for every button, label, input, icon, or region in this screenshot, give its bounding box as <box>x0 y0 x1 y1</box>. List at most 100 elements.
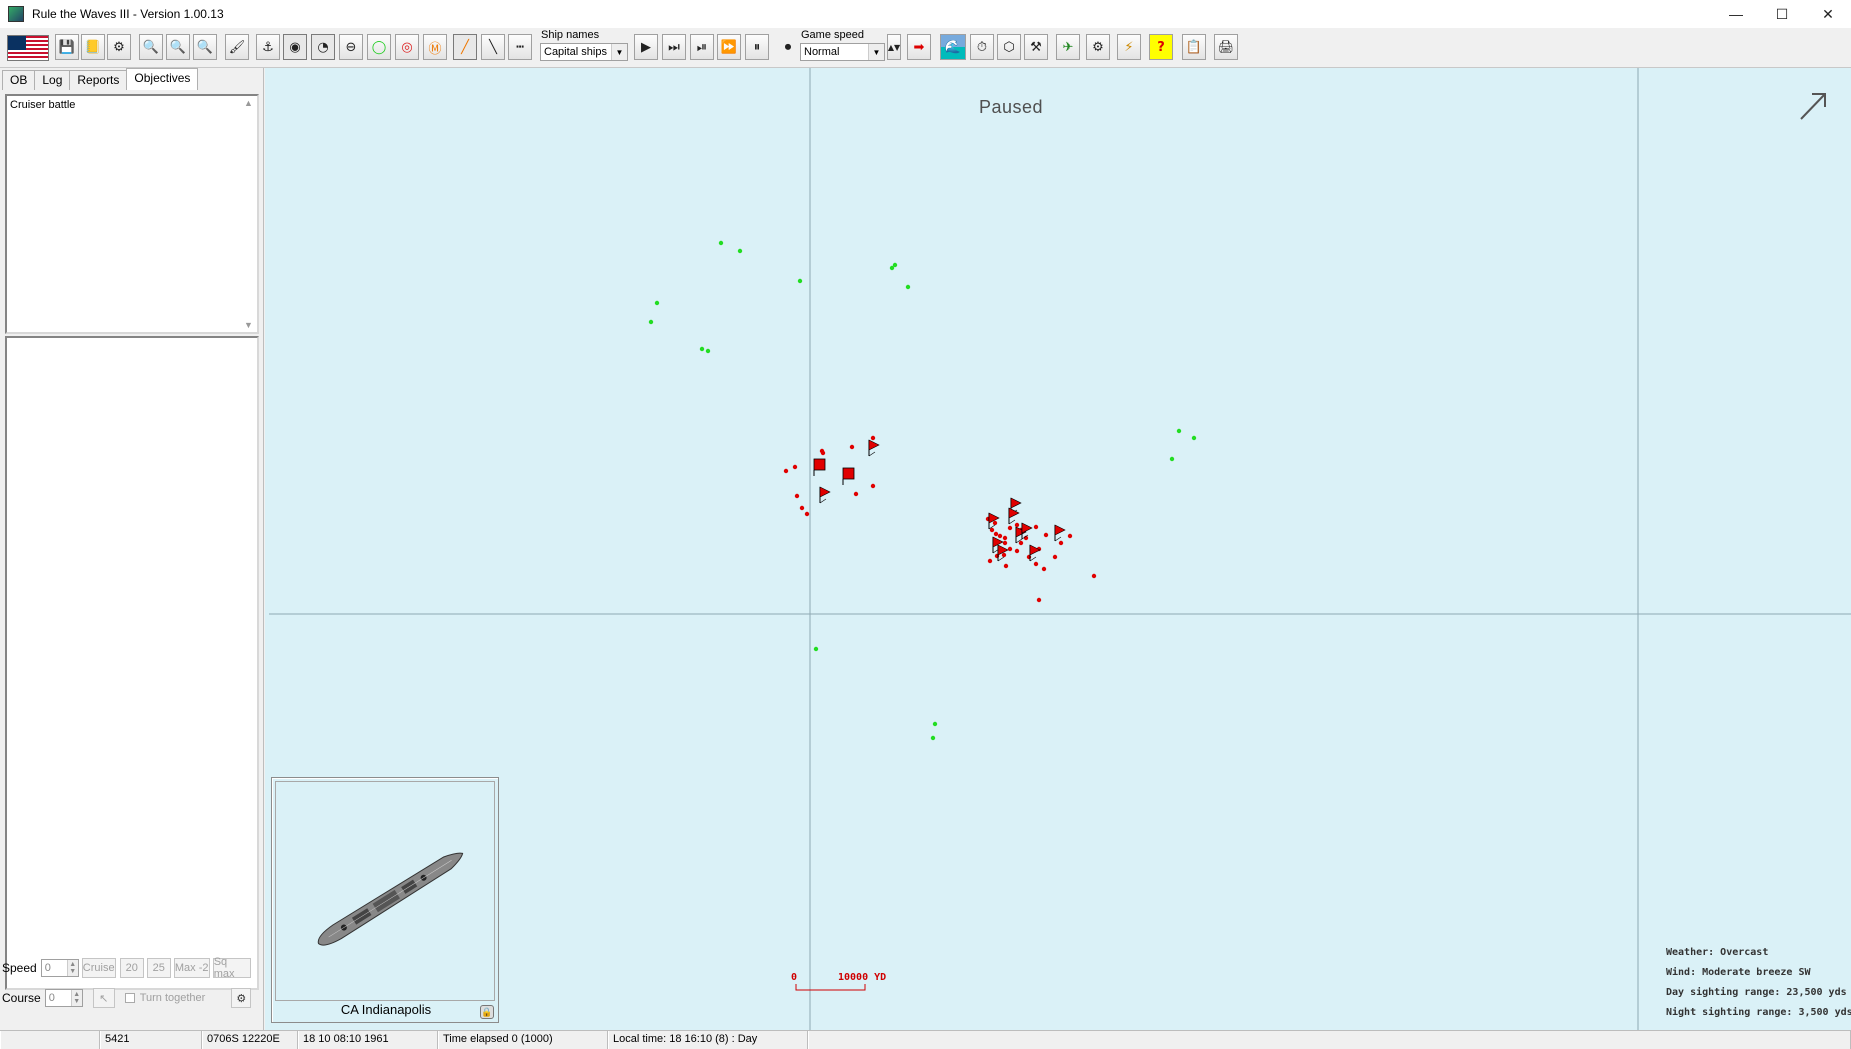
squadron-flag-icon <box>842 467 855 485</box>
cruise-button[interactable]: Cruise <box>81 958 116 978</box>
speed-20-button[interactable]: 20 <box>119 958 144 978</box>
status-cell-local-time: Local time: 18 16:10 (8) : Day <box>608 1031 808 1049</box>
status-cell-id: 5421 <box>100 1031 202 1049</box>
enemy-contact <box>905 284 911 290</box>
window-title: Rule the Waves III - Version 1.00.13 <box>32 7 224 21</box>
turn-together-checkbox[interactable] <box>124 993 135 1003</box>
play-icon[interactable]: ▶ <box>634 34 658 60</box>
game-speed-select[interactable]: Normal ▼ <box>800 43 885 61</box>
zoom-in-icon[interactable]: 🔍 <box>139 34 163 60</box>
weather-text: Weather: Overcast <box>1666 947 1769 958</box>
enemy-contact <box>813 646 819 652</box>
orange-line-icon[interactable]: ╱ <box>453 34 477 60</box>
own-ship-marker <box>792 464 798 470</box>
close-button[interactable]: ✕ <box>1805 0 1851 28</box>
tab-log[interactable]: Log <box>34 70 71 90</box>
notebook-icon[interactable]: 📒 <box>81 34 105 60</box>
enemy-contact <box>648 319 654 325</box>
red-target-icon[interactable]: ◎ <box>395 34 419 60</box>
speed-stepper[interactable]: 0 ▲ ▼ <box>40 959 79 977</box>
gray-line-icon[interactable]: ╲ <box>481 34 505 60</box>
tab-bar: OB Log Reports Objectives <box>2 68 199 92</box>
gear-icon[interactable]: ⚙ <box>1086 34 1110 60</box>
enemy-contact <box>797 278 803 284</box>
lock-icon[interactable]: 🔒 <box>480 1005 494 1019</box>
pause-icon[interactable]: ⏸ <box>745 34 769 60</box>
zoom-reset-icon[interactable]: 🔍 <box>193 34 217 60</box>
own-ship-marker <box>819 448 825 454</box>
objectives-textbox[interactable]: Cruiser battle ▲ ▼ <box>5 94 259 334</box>
zoom-out-icon[interactable]: 🔍 <box>166 34 190 60</box>
scrollbar[interactable]: ▲ ▼ <box>244 98 254 330</box>
gear-icon[interactable]: ⚙ <box>231 988 252 1008</box>
orange-m-icon[interactable]: Ⓜ <box>423 34 447 60</box>
own-ship-marker <box>1014 548 1020 554</box>
max-minus-2-button[interactable]: Max -2 <box>173 958 210 978</box>
own-ship-marker <box>794 493 800 499</box>
own-ship-marker <box>783 468 789 474</box>
lightning-icon[interactable]: ⚡ <box>1117 34 1141 60</box>
settings-icon[interactable]: ⚙ <box>107 34 131 60</box>
speed-updown-icon[interactable]: ▲▼ <box>887 34 901 60</box>
maximize-button[interactable]: ☐ <box>1759 0 1805 28</box>
sq-max-button[interactable]: Sq max <box>212 956 251 980</box>
tab-reports[interactable]: Reports <box>69 70 128 90</box>
enemy-contact <box>718 240 724 246</box>
clock-icon[interactable]: ◔ <box>311 34 335 60</box>
stopwatch-icon[interactable]: ⏱ <box>970 34 994 60</box>
save-icon[interactable]: 💾 <box>55 34 79 60</box>
squadron-flag-icon <box>988 512 1000 530</box>
record-icon[interactable]: ⏺ <box>776 34 800 60</box>
ship-names-select[interactable]: Capital ships ▼ <box>540 43 628 61</box>
day-sighting-text: Day sighting range: 23,500 yds <box>1666 987 1847 998</box>
squadron-flags <box>813 439 1066 562</box>
scale-label: 10000 YD <box>838 972 887 983</box>
tab-ob[interactable]: OB <box>2 70 36 90</box>
chevron-down-icon: ▼ <box>868 44 884 60</box>
status-cell-date: 18 10 08:10 1961 <box>298 1031 438 1049</box>
print-icon[interactable]: 🖨 <box>1214 34 1238 60</box>
chevron-down-icon: ▼ <box>611 44 627 60</box>
own-ship-marker <box>1001 552 1007 558</box>
tools-icon[interactable]: ⚒ <box>1024 34 1048 60</box>
fast-forward-icon[interactable]: ⏩ <box>717 34 741 60</box>
play-pause-icon[interactable]: ⏯ <box>690 34 714 60</box>
anchor-icon[interactable]: ⚓ <box>256 34 280 60</box>
app-icon <box>8 6 24 22</box>
dots-icon[interactable]: ┅ <box>508 34 532 60</box>
help-icon[interactable]: ? <box>1149 34 1173 60</box>
own-ship-marker <box>1036 597 1042 603</box>
tab-objectives[interactable]: Objectives <box>126 68 199 90</box>
enemy-contact <box>1176 428 1182 434</box>
status-cell-position: 0706S 12220E <box>202 1031 298 1049</box>
own-ship-marker <box>989 527 995 533</box>
own-ship-marker <box>1003 563 1009 569</box>
clipboard-icon[interactable]: 📋 <box>1182 34 1206 60</box>
paused-label: Paused <box>979 97 1044 117</box>
own-ship-marker <box>853 491 859 497</box>
minus-circle-icon[interactable]: ⊖ <box>339 34 363 60</box>
range-circle-icon[interactable]: ◉ <box>283 34 307 60</box>
enemy-contact <box>1191 435 1197 441</box>
night-sighting-text: Night sighting range: 3,500 yds <box>1666 1007 1851 1018</box>
scale-bar <box>795 984 866 991</box>
sea-view-icon[interactable]: 🌊 <box>940 34 966 60</box>
speed-25-button[interactable]: 25 <box>146 958 171 978</box>
own-ship-marker <box>1007 546 1013 552</box>
course-stepper[interactable]: 0 ▲ ▼ <box>44 989 83 1007</box>
ship-info-panel: CA Indianapolis 🔒 <box>271 777 499 1023</box>
hexagon-icon[interactable]: ⬡ <box>997 34 1021 60</box>
minimize-button[interactable]: — <box>1713 0 1759 28</box>
own-ship-marker <box>804 511 810 517</box>
course-label: Course <box>2 991 41 1005</box>
step-forward-icon[interactable]: ⏭ <box>662 34 686 60</box>
green-circle-icon[interactable]: ◯ <box>367 34 391 60</box>
red-arrow-icon[interactable]: ➡ <box>907 34 931 60</box>
nation-flag-icon[interactable] <box>7 35 49 61</box>
battle-map[interactable]: Paused 0 10000 YD Weather: Overcast Wind… <box>265 68 1851 1030</box>
toolbar: 💾 📒 ⚙ 🔍 🔍 🔍 🖌 ⚓ ◉ ◔ ⊖ ◯ ◎ Ⓜ ╱ ╲ ┅ Ship n… <box>0 28 1851 68</box>
enemy-contact <box>930 735 936 741</box>
aircraft-icon[interactable]: ✈ <box>1056 34 1080 60</box>
cursor-icon[interactable]: ↖ <box>92 988 115 1008</box>
brush-icon[interactable]: 🖌 <box>225 34 249 60</box>
